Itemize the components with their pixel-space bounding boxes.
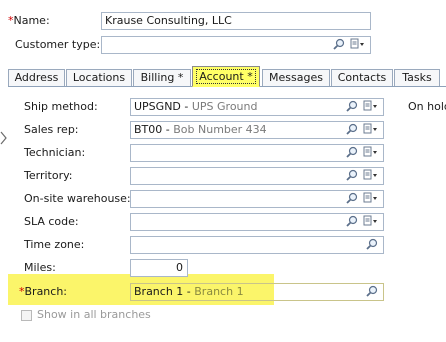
branch-field[interactable]: Branch 1 - Branch 1 — [130, 283, 384, 301]
magnifier-icon[interactable] — [346, 100, 358, 115]
branch-label: *Branch: — [19, 285, 68, 298]
document-dropdown-icon[interactable] — [363, 100, 379, 115]
miles-label: Miles: — [24, 261, 56, 274]
magnifier-icon[interactable] — [333, 38, 345, 53]
tab-tasks[interactable]: Tasks — [394, 69, 440, 86]
tab-account[interactable]: Account * — [192, 66, 260, 87]
on-hold-label: On hold — [408, 100, 446, 113]
magnifier-icon[interactable] — [346, 192, 358, 207]
customer-type-field[interactable] — [101, 36, 371, 54]
magnifier-icon[interactable] — [346, 169, 358, 184]
tab-address[interactable]: Address — [8, 69, 65, 86]
time-zone-label: Time zone: — [24, 238, 85, 251]
tab-billing[interactable]: Billing * — [133, 69, 191, 86]
name-field[interactable]: Krause Consulting, LLC — [101, 12, 371, 30]
document-dropdown-icon[interactable] — [350, 38, 366, 53]
show-all-branches-checkbox[interactable] — [21, 310, 32, 321]
tab-locations[interactable]: Locations — [66, 69, 132, 86]
magnifier-icon[interactable] — [366, 238, 378, 253]
magnifier-icon[interactable] — [366, 285, 378, 300]
document-dropdown-icon[interactable] — [363, 192, 379, 207]
document-dropdown-icon[interactable] — [363, 215, 379, 230]
miles-field[interactable]: 0 — [130, 259, 188, 277]
ship-method-label: Ship method: — [24, 100, 98, 113]
sla-code-label: SLA code: — [24, 215, 79, 228]
customer-type-label: Customer type: — [15, 38, 101, 51]
territory-label: Territory: — [24, 169, 73, 182]
collapse-arrow-icon[interactable] — [0, 131, 8, 148]
magnifier-icon[interactable] — [346, 215, 358, 230]
show-all-branches-label: Show in all branches — [37, 308, 151, 321]
document-dropdown-icon[interactable] — [363, 123, 379, 138]
name-label: *Name: — [8, 14, 50, 27]
tab-contacts[interactable]: Contacts — [331, 69, 393, 86]
document-dropdown-icon[interactable] — [363, 169, 379, 184]
onsite-warehouse-label: On-site warehouse: — [24, 192, 131, 205]
tab-messages[interactable]: Messages — [262, 69, 330, 86]
time-zone-field[interactable] — [130, 236, 384, 254]
document-dropdown-icon[interactable] — [363, 146, 379, 161]
magnifier-icon[interactable] — [346, 123, 358, 138]
magnifier-icon[interactable] — [346, 146, 358, 161]
sales-rep-label: Sales rep: — [24, 123, 79, 136]
technician-label: Technician: — [24, 146, 86, 159]
